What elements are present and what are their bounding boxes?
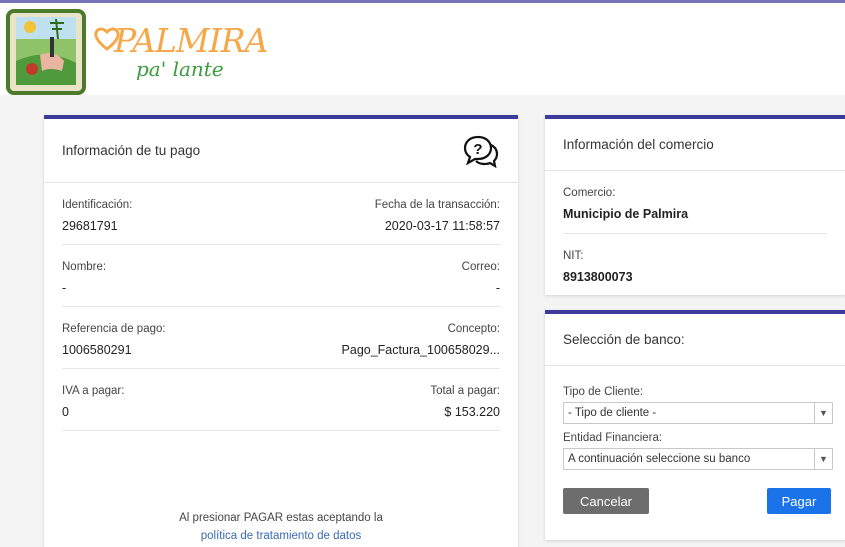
nit-row: NIT: 8913800073 (563, 234, 827, 296)
payment-row-identification: Identificación: 29681791 Fecha de la tra… (62, 183, 500, 245)
bank-selection-card: Selección de banco: Tipo de Cliente: - T… (545, 310, 845, 540)
bank-selection-header: Selección de banco: (545, 314, 845, 366)
name-value: - (62, 281, 67, 295)
merchant-info-header: Información del comercio (545, 119, 845, 171)
financial-entity-selected: A continuación seleccione su banco (568, 453, 751, 465)
financial-entity-select[interactable]: A continuación seleccione su banco ▼ (563, 448, 833, 470)
municipal-seal-logo (6, 9, 86, 95)
client-type-selected: - Tipo de cliente - (568, 407, 657, 419)
help-chat-icon[interactable]: ? (462, 134, 500, 168)
merchant-info-card: Información del comercio Comercio: Munic… (545, 115, 845, 295)
payment-info-card: Información de tu pago ? Identificación:… (44, 115, 518, 547)
header: PALMIRA pa' lante (0, 3, 845, 95)
terms-notice: Al presionar PAGAR estas aceptando la po… (44, 509, 518, 545)
total-label: Total a pagar: (430, 385, 500, 397)
concept-value: Pago_Factura_100658029... (341, 343, 500, 357)
payment-reference-value: 1006580291 (62, 343, 132, 357)
transaction-date-label: Fecha de la transacción: (374, 199, 500, 211)
svg-text:?: ? (473, 141, 482, 158)
payment-info-header: Información de tu pago ? (44, 119, 518, 183)
vat-label: IVA a pagar: (62, 385, 125, 397)
name-label: Nombre: (62, 261, 107, 273)
nit-label: NIT: (563, 250, 584, 262)
identification-value: 29681791 (62, 219, 118, 233)
cancel-button[interactable]: Cancelar (563, 488, 649, 514)
chevron-down-icon[interactable]: ▼ (814, 449, 832, 469)
bank-selection-title: Selección de banco: (563, 332, 685, 347)
client-type-label: Tipo de Cliente: (563, 386, 644, 398)
pay-button[interactable]: Pagar (767, 488, 831, 514)
transaction-date-value: 2020-03-17 11:58:57 (384, 219, 500, 233)
terms-notice-text: Al presionar PAGAR estas aceptando la (179, 512, 383, 524)
merchant-label: Comercio: (563, 187, 616, 199)
payment-row-totals: IVA a pagar: 0 Total a pagar: $ 153.220 (62, 369, 500, 431)
email-value: - (495, 281, 500, 295)
concept-label: Concepto: (447, 323, 500, 335)
merchant-value: Municipio de Palmira (563, 207, 689, 221)
email-label: Correo: (461, 261, 500, 273)
financial-entity-label: Entidad Financiera: (563, 432, 663, 444)
merchant-row: Comercio: Municipio de Palmira (563, 171, 827, 234)
identification-label: Identificación: (62, 199, 133, 211)
brand-name: PALMIRA (114, 21, 268, 60)
heart-icon (94, 27, 120, 51)
chevron-down-icon[interactable]: ▼ (814, 403, 832, 423)
vat-value: 0 (62, 405, 69, 419)
merchant-info-title: Información del comercio (563, 137, 714, 152)
data-policy-link[interactable]: política de tratamiento de datos (201, 530, 361, 542)
nit-value: 8913800073 (563, 270, 633, 284)
brand-tagline: pa' lante (136, 57, 224, 81)
payment-reference-label: Referencia de pago: (62, 323, 166, 335)
client-type-select[interactable]: - Tipo de cliente - ▼ (563, 402, 833, 424)
total-value: $ 153.220 (444, 405, 500, 419)
payment-row-name: Nombre: - Correo: - (62, 245, 500, 307)
payment-info-title: Información de tu pago (62, 143, 201, 158)
palmira-brand-logo: PALMIRA pa' lante (94, 21, 268, 81)
payment-row-reference: Referencia de pago: 1006580291 Concepto:… (62, 307, 500, 369)
